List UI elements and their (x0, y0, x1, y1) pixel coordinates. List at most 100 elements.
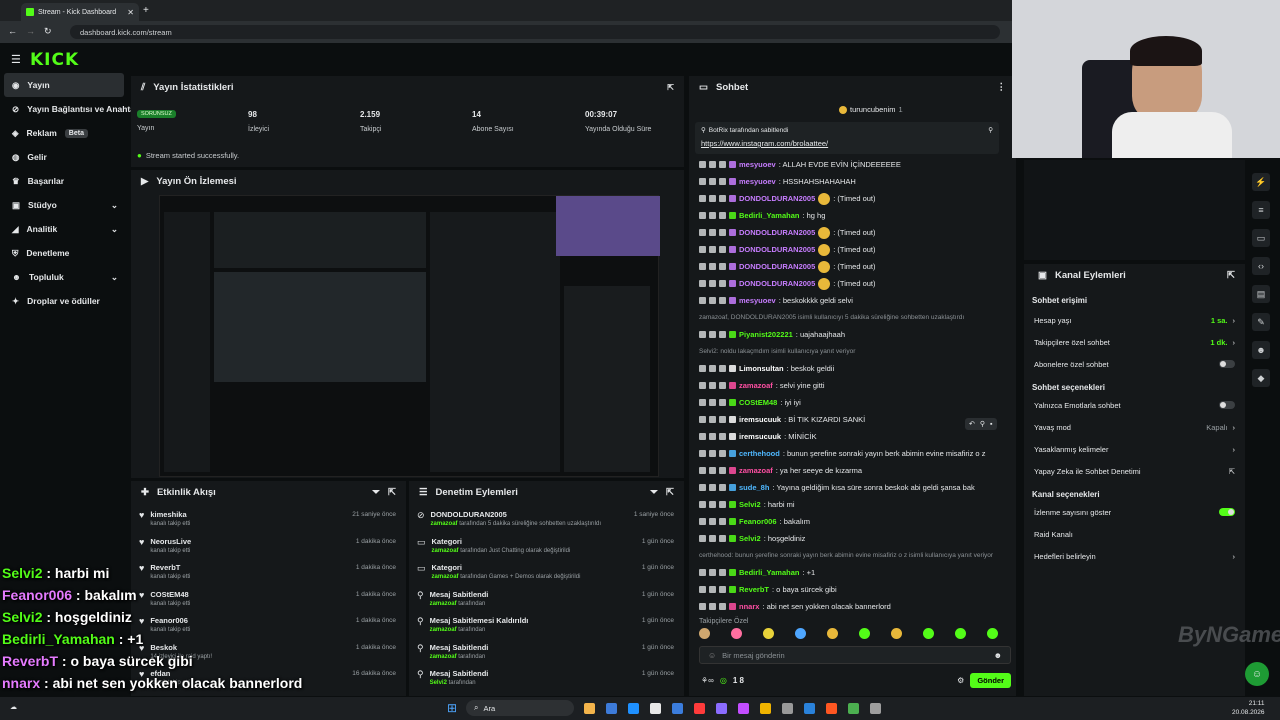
channel-action-control[interactable] (1219, 401, 1235, 409)
channel-action-control[interactable]: 1 sa. › (1211, 316, 1235, 325)
hourglass-icon[interactable] (709, 450, 716, 457)
ban-icon[interactable] (719, 501, 726, 508)
trash-icon[interactable] (699, 450, 706, 457)
chat-input[interactable]: ☺ Bir mesaj gönderin ☻ (699, 646, 1011, 664)
sidebar-item-achievements[interactable]: ♛ Başarılar (0, 169, 128, 193)
taskbar-app-icon[interactable] (848, 703, 859, 714)
hourglass-icon[interactable] (709, 416, 716, 423)
ban-icon[interactable] (719, 484, 726, 491)
sidebar-item-analytics[interactable]: ◢ Analitik ⌄ (0, 217, 128, 241)
chat-username[interactable]: DONDOLDURAN2005 (739, 245, 815, 254)
settings-icon[interactable]: ⚙ (957, 676, 964, 685)
emoji-picker-icon[interactable]: ☻ (994, 651, 1002, 660)
chat-username[interactable]: Limonsultan (739, 364, 784, 373)
chat-username[interactable]: DONDOLDURAN2005 (739, 194, 815, 203)
hourglass-icon[interactable] (709, 280, 716, 287)
pinned-link[interactable]: https://www.instagram.com/brolaattee/ (701, 139, 993, 148)
trash-icon[interactable] (699, 518, 706, 525)
rail-lightning-icon[interactable]: ⚡ (1252, 173, 1270, 191)
chat-username[interactable]: Bedirli_Yamahan (739, 211, 799, 220)
emote-icon[interactable] (763, 628, 774, 639)
trash-icon[interactable] (699, 433, 706, 440)
rail-shield-icon[interactable]: ◆ (1252, 369, 1270, 387)
taskbar-app-icon[interactable] (628, 703, 639, 714)
close-tab-icon[interactable]: ✕ (127, 8, 134, 17)
windows-start-icon[interactable]: ⊞ (447, 701, 457, 715)
ban-icon[interactable] (719, 603, 726, 610)
trash-icon[interactable] (699, 263, 706, 270)
trash-icon[interactable] (699, 399, 706, 406)
ban-icon[interactable] (719, 399, 726, 406)
taskbar-search[interactable]: ⌕ Ara (466, 700, 574, 716)
emote-icon[interactable] (699, 628, 710, 639)
emote-icon[interactable] (859, 628, 870, 639)
moderation-actor[interactable]: zamazoaf (432, 574, 459, 580)
send-button[interactable]: Gönder (970, 673, 1011, 688)
reload-icon[interactable]: ↻ (44, 26, 52, 37)
trash-icon[interactable] (699, 246, 706, 253)
trash-icon[interactable] (699, 280, 706, 287)
trash-icon[interactable] (699, 467, 706, 474)
chat-username[interactable]: Piyanist202221 (739, 330, 793, 339)
channel-action-row[interactable]: Abonelere özel sohbet (1024, 353, 1245, 375)
channel-action-control[interactable]: Kapalı › (1206, 423, 1235, 432)
chat-bubble-button[interactable]: ☺ (1245, 662, 1269, 686)
channel-action-row[interactable]: Takipçilere özel sohbet 1 dk. › (1024, 331, 1245, 353)
ban-icon[interactable] (719, 229, 726, 236)
sidebar-item-stream-key[interactable]: ⊘ Yayın Bağlantısı ve Anahtarı (0, 97, 141, 121)
taskbar-app-icon[interactable] (870, 703, 881, 714)
channel-action-row[interactable]: Yavaş mod Kapalı › (1024, 416, 1245, 438)
menu-icon[interactable]: ☰ (11, 53, 21, 66)
filter-icon[interactable]: ⏷ (372, 487, 380, 498)
taskbar-app-icon[interactable] (760, 703, 771, 714)
trash-icon[interactable] (699, 297, 706, 304)
ban-icon[interactable] (719, 569, 726, 576)
hourglass-icon[interactable] (709, 399, 716, 406)
ban-icon[interactable] (719, 331, 726, 338)
taskbar-app-icon[interactable] (716, 703, 727, 714)
forward-icon[interactable]: → (26, 26, 35, 36)
sidebar-item-studio[interactable]: ▣ Stüdyo ⌄ (0, 193, 128, 217)
trash-icon[interactable] (699, 212, 706, 219)
trash-icon[interactable] (699, 569, 706, 576)
chat-username[interactable]: DONDOLDURAN2005 (739, 228, 815, 237)
chat-username[interactable]: certhehood (739, 449, 780, 458)
chat-username[interactable]: Bedirli_Yamahan (739, 568, 799, 577)
ban-icon[interactable] (719, 263, 726, 270)
emote-icon[interactable] (955, 628, 966, 639)
emote-icon[interactable] (987, 628, 998, 639)
taskbar-app-icon[interactable] (672, 703, 683, 714)
emote-icon[interactable] (827, 628, 838, 639)
kick-logo[interactable]: KICK (30, 50, 79, 70)
moderation-actor[interactable]: zamazoaf (432, 548, 459, 554)
hourglass-icon[interactable] (709, 586, 716, 593)
ban-icon[interactable] (719, 518, 726, 525)
filter-icon[interactable]: ⏷ (650, 487, 658, 498)
toggle-switch[interactable] (1219, 508, 1235, 516)
hourglass-icon[interactable] (709, 331, 716, 338)
toggle-switch[interactable] (1219, 401, 1235, 409)
ban-icon[interactable] (719, 246, 726, 253)
chat-username[interactable]: Selvi2 (739, 500, 761, 509)
moderation-actor[interactable]: Selvi2 (430, 680, 447, 686)
hourglass-icon[interactable] (709, 484, 716, 491)
hourglass-icon[interactable] (709, 212, 716, 219)
pin-icon[interactable]: ⚲ (980, 420, 985, 428)
rail-code-icon[interactable]: ‹› (1252, 257, 1270, 275)
ban-icon[interactable] (719, 212, 726, 219)
toggle-switch[interactable] (1219, 360, 1235, 368)
sidebar-item-revenue[interactable]: ◍ Gelir (0, 145, 128, 169)
expand-icon[interactable]: ⇱ (388, 487, 396, 498)
pinned-message[interactable]: ⚲ BotRix tarafından sabitlendi ⚲ https://w… (695, 122, 999, 154)
sidebar-item-ads[interactable]: ◈ Reklam Beta (0, 121, 128, 145)
preview-video[interactable] (159, 195, 660, 477)
hourglass-icon[interactable] (709, 518, 716, 525)
hourglass-icon[interactable] (709, 161, 716, 168)
trash-icon[interactable] (699, 484, 706, 491)
expand-icon[interactable]: ⇱ (1227, 270, 1235, 281)
ban-icon[interactable] (719, 195, 726, 202)
activity-user[interactable]: kimeshika (150, 510, 190, 519)
trash-icon[interactable] (699, 586, 706, 593)
ban-icon[interactable] (719, 586, 726, 593)
chat-username[interactable]: COStEM48 (739, 398, 777, 407)
